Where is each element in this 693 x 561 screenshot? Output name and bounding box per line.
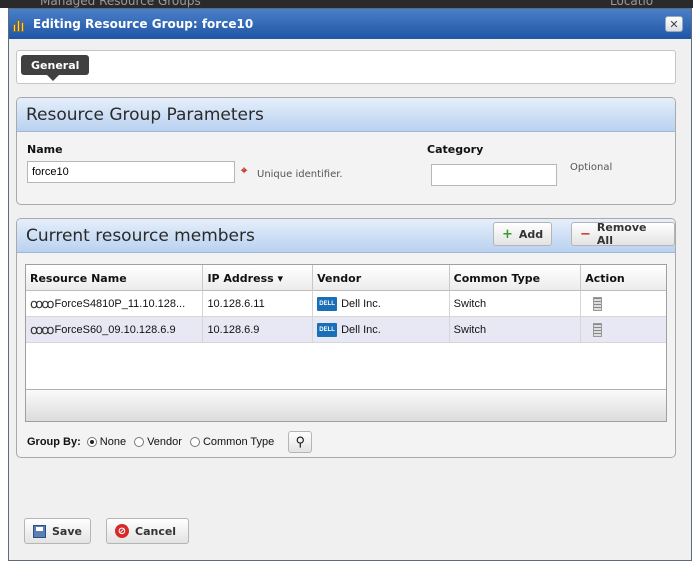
save-button[interactable]: Save <box>24 518 91 544</box>
name-label: Name <box>27 143 63 156</box>
category-hint: Optional <box>570 162 613 173</box>
background-window-title: Managed Resource Groups <box>40 0 201 8</box>
resource-name-cell: ꝏꝏ ForceS60_09.10.128.6.9 <box>26 317 204 343</box>
column-action[interactable]: Action <box>581 265 666 291</box>
resource-group-parameters-panel: Resource Group Parameters Name ⌖ Unique … <box>16 97 676 205</box>
tab-bar: General <box>16 50 676 84</box>
cancel-icon: ⊘ <box>115 524 129 538</box>
group-by-bar: Group By: None Vendor Common Type ⚲ <box>27 431 313 453</box>
search-icon: ⚲ <box>295 434 306 449</box>
resource-members-panel: Current resource members + Add − Remove … <box>16 218 676 458</box>
common-type-cell: Switch <box>450 317 582 343</box>
vendor-name: Dell Inc. <box>341 324 381 336</box>
tab-general[interactable]: General <box>21 55 90 81</box>
background-window-strip: Managed Resource Groups Locatio <box>0 0 693 8</box>
plus-icon: + <box>502 226 513 242</box>
device-action-icon[interactable] <box>593 297 603 311</box>
group-by-common-type-label[interactable]: Common Type <box>203 436 274 448</box>
save-icon <box>33 524 46 538</box>
resource-group-icon <box>13 16 29 32</box>
vendor-name: Dell Inc. <box>341 298 381 310</box>
column-common-type[interactable]: Common Type <box>450 265 582 291</box>
add-button-label: Add <box>518 227 544 241</box>
resource-name: ForceS4810P_11.10.128... <box>54 298 186 310</box>
resource-name-cell: ꝏꝏ ForceS4810P_11.10.128... <box>26 291 204 317</box>
ip-address-cell: 10.128.6.11 <box>203 291 314 317</box>
action-cell <box>581 317 666 343</box>
close-button[interactable]: ✕ <box>665 16 683 32</box>
ip-address-cell: 10.128.6.9 <box>203 317 314 343</box>
group-by-none-label[interactable]: None <box>100 436 126 448</box>
switch-icon: ꝏꝏ <box>30 296 55 311</box>
cancel-button-label: Cancel <box>135 524 177 538</box>
category-label: Category <box>427 143 484 156</box>
column-resource-name[interactable]: Resource Name <box>26 265 204 291</box>
group-by-vendor-label[interactable]: Vendor <box>147 436 182 448</box>
cancel-button[interactable]: ⊘ Cancel <box>106 518 190 544</box>
vendor-cell: DELL Dell Inc. <box>313 317 450 343</box>
vendor-cell: DELL Dell Inc. <box>313 291 450 317</box>
column-ip-address[interactable]: IP Address ▾ <box>203 265 314 291</box>
dell-logo-icon: DELL <box>317 323 338 337</box>
dialog-title: Editing Resource Group: force10 <box>33 17 254 31</box>
add-button[interactable]: + Add <box>493 222 553 246</box>
close-icon: ✕ <box>669 17 679 31</box>
dialog-titlebar[interactable]: Editing Resource Group: force10 ✕ <box>9 9 691 39</box>
resource-name: ForceS60_09.10.128.6.9 <box>54 324 176 336</box>
table-header: Resource Name IP Address ▾ Vendor Common… <box>26 265 666 291</box>
search-button[interactable]: ⚲ <box>288 431 313 453</box>
tab-general-label: General <box>31 58 80 72</box>
table-footer <box>26 389 666 421</box>
group-by-common-type-radio[interactable] <box>189 437 200 447</box>
action-cell <box>581 291 666 317</box>
group-by-label: Group By: <box>27 436 81 448</box>
remove-all-button-label: Remove All <box>596 221 647 247</box>
switch-icon: ꝏꝏ <box>30 322 55 337</box>
group-by-none-radio[interactable] <box>86 437 97 447</box>
parameters-header: Resource Group Parameters <box>17 98 675 132</box>
name-input[interactable] <box>27 161 235 183</box>
required-icon: ⌖ <box>241 164 248 177</box>
column-vendor[interactable]: Vendor <box>313 265 450 291</box>
members-table: Resource Name IP Address ▾ Vendor Common… <box>25 264 667 422</box>
table-row[interactable]: ꝏꝏ ForceS60_09.10.128.6.9 10.128.6.9 DEL… <box>26 317 666 343</box>
background-window-location: Locatio <box>610 0 654 8</box>
category-input[interactable] <box>431 164 557 186</box>
table-row[interactable]: ꝏꝏ ForceS4810P_11.10.128... 10.128.6.11 … <box>26 291 666 317</box>
name-hint: Unique identifier. <box>257 169 343 180</box>
members-title: Current resource members <box>26 225 255 246</box>
minus-icon: − <box>580 226 591 242</box>
dell-logo-icon: DELL <box>317 297 338 311</box>
remove-all-button[interactable]: − Remove All <box>571 221 675 247</box>
save-button-label: Save <box>52 524 82 538</box>
group-by-vendor-radio[interactable] <box>134 437 145 447</box>
device-action-icon[interactable] <box>593 323 603 337</box>
common-type-cell: Switch <box>450 291 582 317</box>
